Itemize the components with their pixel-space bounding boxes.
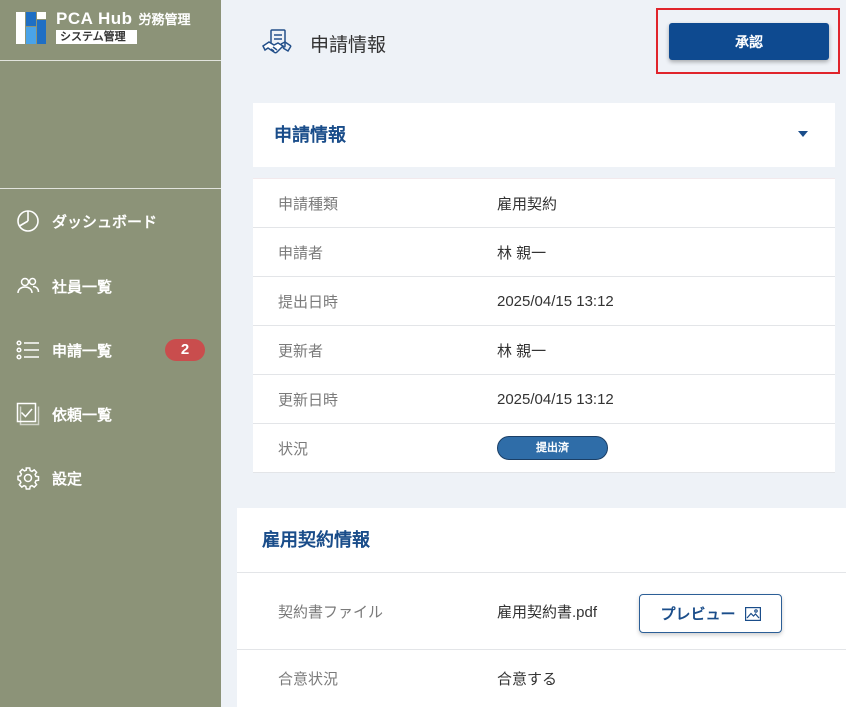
row-label: 合意状況 [278,671,339,688]
sidebar-item-label: 依頼一覧 [52,406,113,424]
table-row: 更新者 林 親一 [253,326,835,375]
contract-card-header: 雇用契約情報 [237,508,846,573]
row-value: 雇用契約書.pdf [497,603,598,621]
dashboard-icon [16,209,40,233]
product-name: 労務管理 [138,12,191,27]
checkbox-icon [16,402,40,426]
row-label: 更新日時 [278,391,339,409]
approve-button[interactable]: 承認 [669,23,829,60]
row-label: 更新者 [278,342,324,360]
row-value: 雇用契約 [497,195,558,213]
users-icon [16,274,40,298]
table-row: 更新日時 2025/04/15 13:12 [253,375,835,424]
handshake-document-icon [262,29,292,54]
sidebar: PCA Hub 労務管理 システム管理 ダッシュボード 社員一覧 申請一覧 2 … [0,0,221,707]
sidebar-item-requests[interactable]: 依頼一覧 [0,382,221,446]
row-value: 合意する [497,671,558,688]
row-label: 状況 [278,440,309,458]
row-value: 2025/04/15 13:12 [497,390,614,408]
contract-card-title: 雇用契約情報 [262,530,370,550]
brand-subtitle: システム管理 [56,30,137,44]
application-info-table: 申請種類 雇用契約 申請者 林 親一 提出日時 2025/04/15 13:12… [253,178,835,473]
table-row: 申請種類 雇用契約 [253,179,835,228]
sidebar-item-label: ダッシュボード [52,213,158,231]
table-row: 合意状況 合意する [237,650,846,707]
image-icon [744,606,761,621]
preview-button[interactable]: プレビュー [639,594,782,633]
preview-button-label: プレビュー [660,606,736,623]
brand-name: PCA Hub 労務管理 [56,9,191,29]
sidebar-item-settings[interactable]: 設定 [0,446,221,510]
row-label: 提出日時 [278,293,339,311]
status-badge: 提出済 [497,436,608,460]
sidebar-item-label: 設定 [52,470,83,488]
application-card-header[interactable]: 申請情報 [253,103,835,167]
page-title: 申請情報 [310,35,387,56]
sidebar-item-label: 社員一覧 [52,278,113,296]
list-icon [16,338,40,362]
sidebar-divider [0,60,221,61]
table-row: 状況 提出済 [253,424,835,473]
caret-down-icon[interactable] [798,131,808,137]
row-value: 2025/04/15 13:12 [497,292,614,310]
pca-hub-logo-icon [16,12,46,44]
table-row: 契約書ファイル 雇用契約書.pdf プレビュー [237,573,846,650]
row-label: 申請種類 [278,195,339,213]
sidebar-item-dashboard[interactable]: ダッシュボード [0,189,221,253]
contract-card: 雇用契約情報 契約書ファイル 雇用契約書.pdf プレビュー 合意状況 合意する [237,508,846,707]
application-card-title: 申請情報 [274,125,346,145]
row-label: 申請者 [278,244,324,262]
table-row: 提出日時 2025/04/15 13:12 [253,277,835,326]
table-row: 申請者 林 親一 [253,228,835,277]
sidebar-item-applications[interactable]: 申請一覧 2 [0,318,221,382]
gear-icon [16,466,40,490]
brand-text: PCA Hub [56,9,133,28]
sidebar-item-label: 申請一覧 [52,342,113,360]
row-value: 林 親一 [497,244,547,262]
row-value: 林 親一 [497,342,547,360]
sidebar-item-employees[interactable]: 社員一覧 [0,254,221,318]
row-label: 契約書ファイル [278,603,384,621]
count-badge: 2 [165,339,205,361]
